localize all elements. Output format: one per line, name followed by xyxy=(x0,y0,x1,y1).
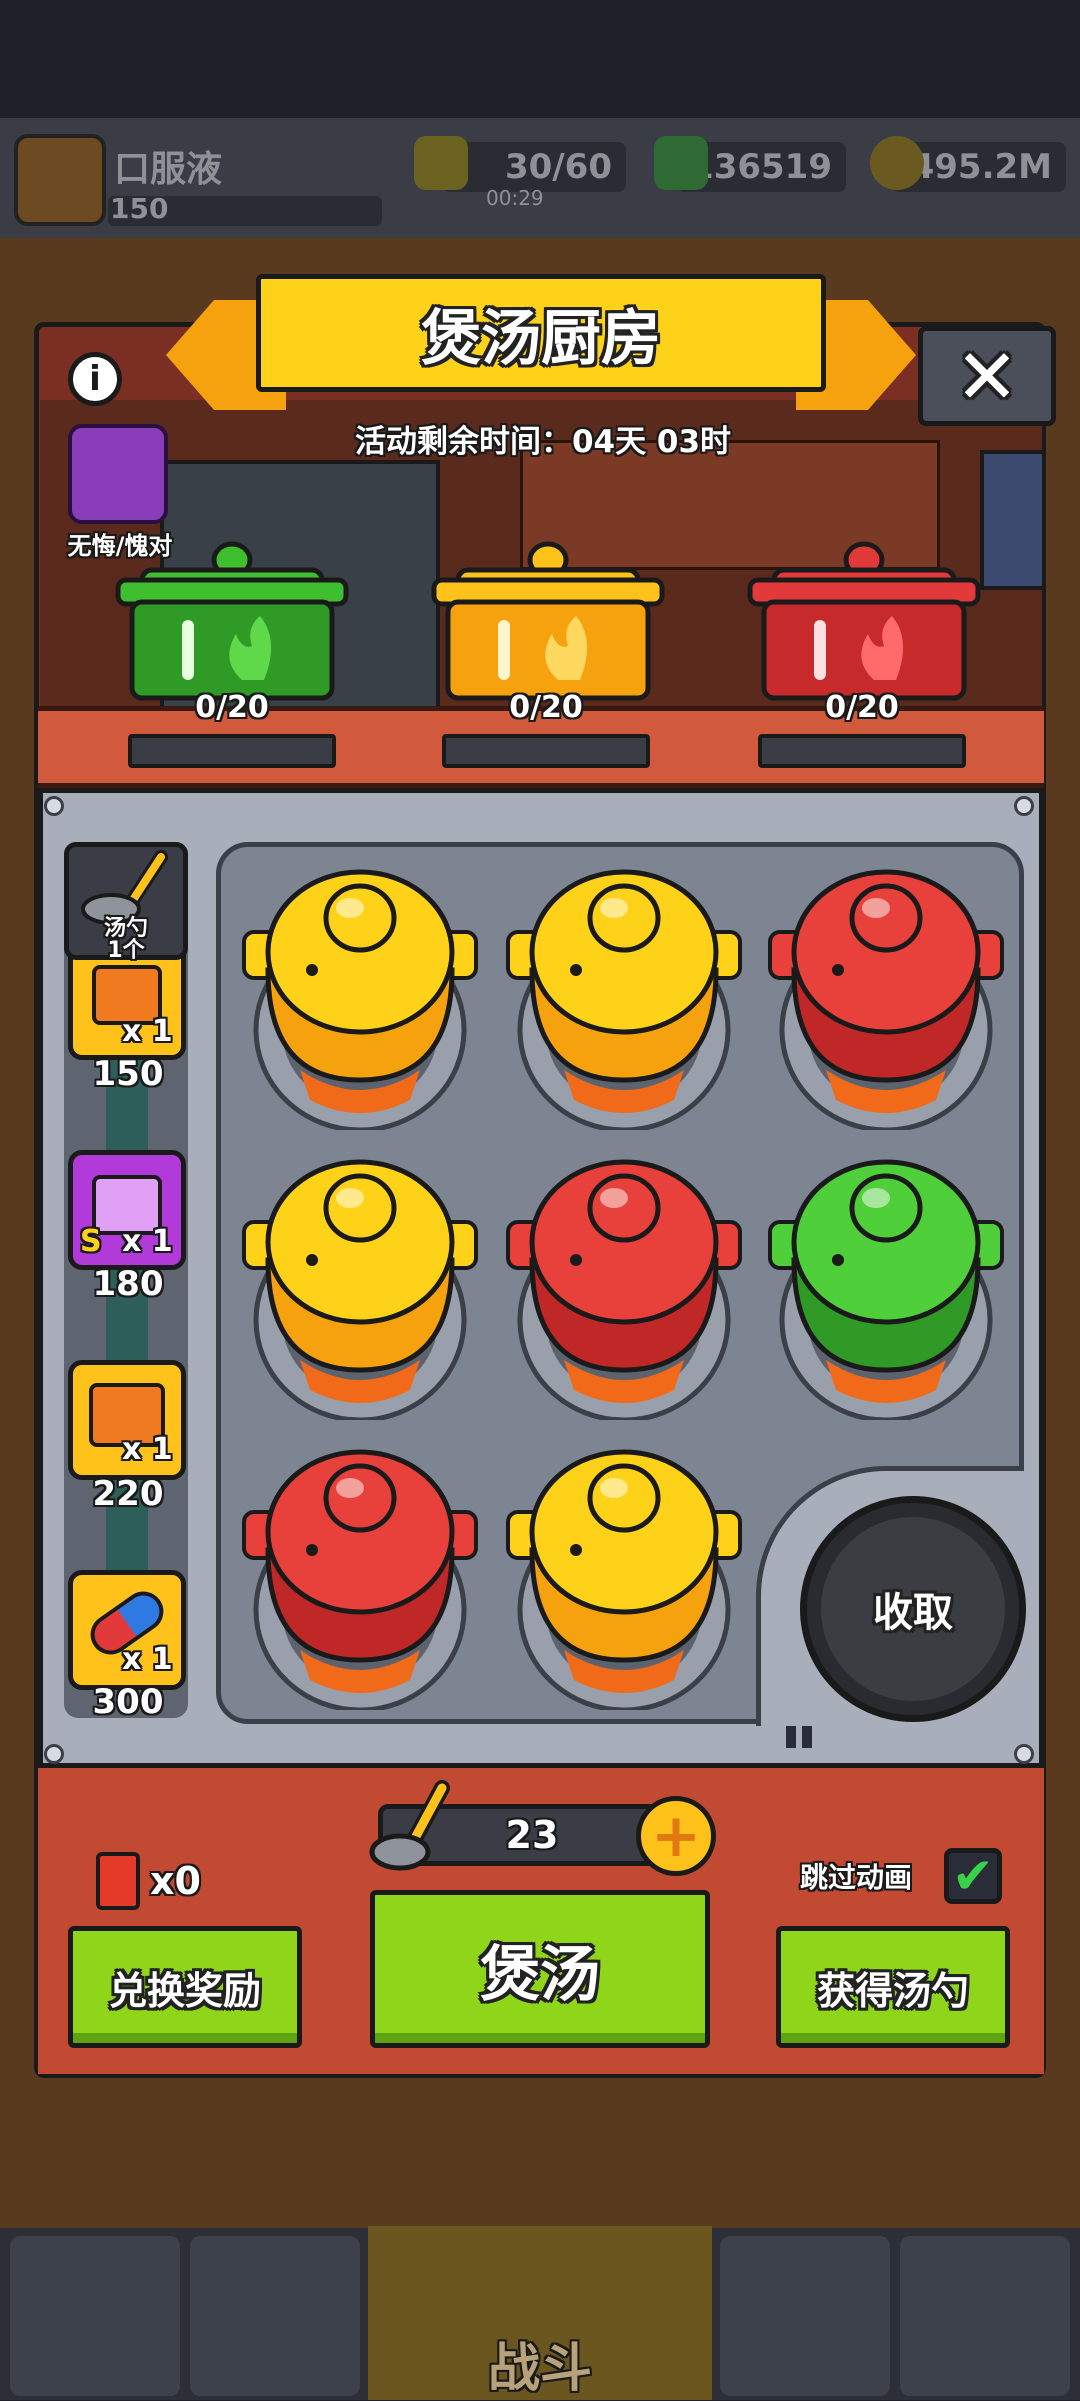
event-timer: 活动剩余时间：04天 03时 xyxy=(354,424,732,460)
nav-evolve-icon[interactable] xyxy=(900,2236,1070,2396)
board-pot-yellow[interactable] xyxy=(240,1150,480,1424)
board-pot-yellow[interactable] xyxy=(504,860,744,1134)
gems-value: 136519 xyxy=(690,147,832,187)
energy-timer: 00:29 xyxy=(486,186,544,210)
yellow-pot-progress: 0/20 xyxy=(509,690,583,725)
hero-avatar-label: 无悔/愧对 xyxy=(67,532,173,560)
stew-label: 煲汤 xyxy=(480,1939,600,2010)
hero-avatar[interactable] xyxy=(68,424,168,524)
reward-qty: x 1 xyxy=(122,1224,173,1259)
kitchen-window xyxy=(980,450,1042,590)
player-level: 150 xyxy=(110,192,169,225)
board-pot-red[interactable] xyxy=(240,1440,480,1714)
red-card-icon xyxy=(96,1852,140,1910)
board-rivet xyxy=(1014,796,1034,816)
get-ladle-label: 获得汤勺 xyxy=(816,1968,969,2013)
get-ladle-button[interactable]: 获得汤勺 xyxy=(776,1926,1010,2048)
green-pot-progress: 0/20 xyxy=(195,690,269,725)
close-icon: ✕ xyxy=(955,331,1019,421)
ladle-icon xyxy=(81,850,168,925)
close-button[interactable]: ✕ xyxy=(918,326,1056,426)
collect-label: 收取 xyxy=(873,1590,953,1636)
card-count: x0 xyxy=(150,1859,201,1903)
pot-icon xyxy=(506,1449,742,1713)
red-pot-progress-bar xyxy=(758,734,966,768)
pause-indicator xyxy=(786,1726,816,1748)
pot-icon xyxy=(506,1159,742,1423)
reward-qty: x 1 xyxy=(122,1014,173,1049)
green-pot-progress-bar xyxy=(128,734,336,768)
pot-icon xyxy=(768,1159,1004,1423)
exchange-rewards-button[interactable]: 兑换奖励 xyxy=(68,1926,302,2048)
pot-green xyxy=(115,541,349,701)
board-pot-green[interactable] xyxy=(766,1150,1006,1424)
board-rivet xyxy=(44,796,64,816)
ladle-cost-line2: 1个 xyxy=(107,938,145,963)
collect-button[interactable]: 收取 xyxy=(800,1496,1026,1722)
player-avatar[interactable] xyxy=(14,134,106,226)
board-pot-yellow[interactable] xyxy=(240,860,480,1134)
nav-equipment-icon[interactable] xyxy=(190,2236,360,2396)
skip-animation-checkbox[interactable]: ✔ xyxy=(944,1847,1002,1905)
energy-counter[interactable]: 30/60 xyxy=(442,142,626,192)
yellow-pot-progress-bar xyxy=(442,734,650,768)
reward-track-line xyxy=(106,1040,148,1640)
nav-battle-label: 战斗 xyxy=(487,2339,592,2399)
nav-talent-icon[interactable] xyxy=(720,2236,890,2396)
pot-icon xyxy=(242,1159,478,1423)
reward-threshold: 300 xyxy=(92,1682,164,1722)
pot-icon xyxy=(242,1449,478,1713)
nav-shop-icon[interactable] xyxy=(10,2236,180,2396)
board-pot-red[interactable] xyxy=(504,1150,744,1424)
skip-animation-label: 跳过动画 xyxy=(800,1861,913,1894)
player-name: 口服液 xyxy=(114,149,223,190)
lightning-icon xyxy=(414,136,468,190)
coin-icon xyxy=(870,136,924,190)
event-title-banner: 煲汤厨房 xyxy=(256,274,826,392)
reward-qty: x 1 xyxy=(122,1432,173,1467)
pot-icon xyxy=(768,869,1004,1133)
event-title: 煲汤厨房 xyxy=(421,303,661,374)
ladle-icon xyxy=(369,1780,450,1871)
checkmark-icon: ✔ xyxy=(952,1847,994,1905)
coins-value: 495.2M xyxy=(910,147,1052,187)
pot-icon xyxy=(506,869,742,1133)
ladle-cost-label: 汤勺 1个 xyxy=(64,918,188,962)
ladle-count: 23 xyxy=(505,1813,559,1857)
add-ladle-button[interactable]: + xyxy=(636,1796,716,1876)
reward-threshold: 180 xyxy=(92,1264,164,1304)
reward-threshold: 220 xyxy=(92,1474,164,1514)
board-pot-red[interactable] xyxy=(766,860,1006,1134)
ladle-cost-line1: 汤勺 xyxy=(103,916,148,941)
reward-badge: S xyxy=(80,1224,102,1259)
red-pot-progress: 0/20 xyxy=(825,690,899,725)
pot-icon xyxy=(242,869,478,1133)
stew-button[interactable]: 煲汤 xyxy=(370,1890,710,2048)
info-icon[interactable]: i xyxy=(68,352,122,406)
plus-icon: + xyxy=(650,1801,702,1871)
exchange-rewards-label: 兑换奖励 xyxy=(108,1968,261,2013)
pot-red xyxy=(747,541,981,701)
reward-threshold: 150 xyxy=(92,1054,164,1094)
card-counter: x0 xyxy=(96,1852,201,1910)
board-rivet xyxy=(44,1744,64,1764)
reward-qty: x 1 xyxy=(122,1642,173,1677)
energy-value: 30/60 xyxy=(504,147,612,187)
board-pot-yellow[interactable] xyxy=(504,1440,744,1714)
gem-icon xyxy=(654,136,708,190)
pot-yellow xyxy=(431,541,665,701)
board-rivet xyxy=(1014,1744,1034,1764)
